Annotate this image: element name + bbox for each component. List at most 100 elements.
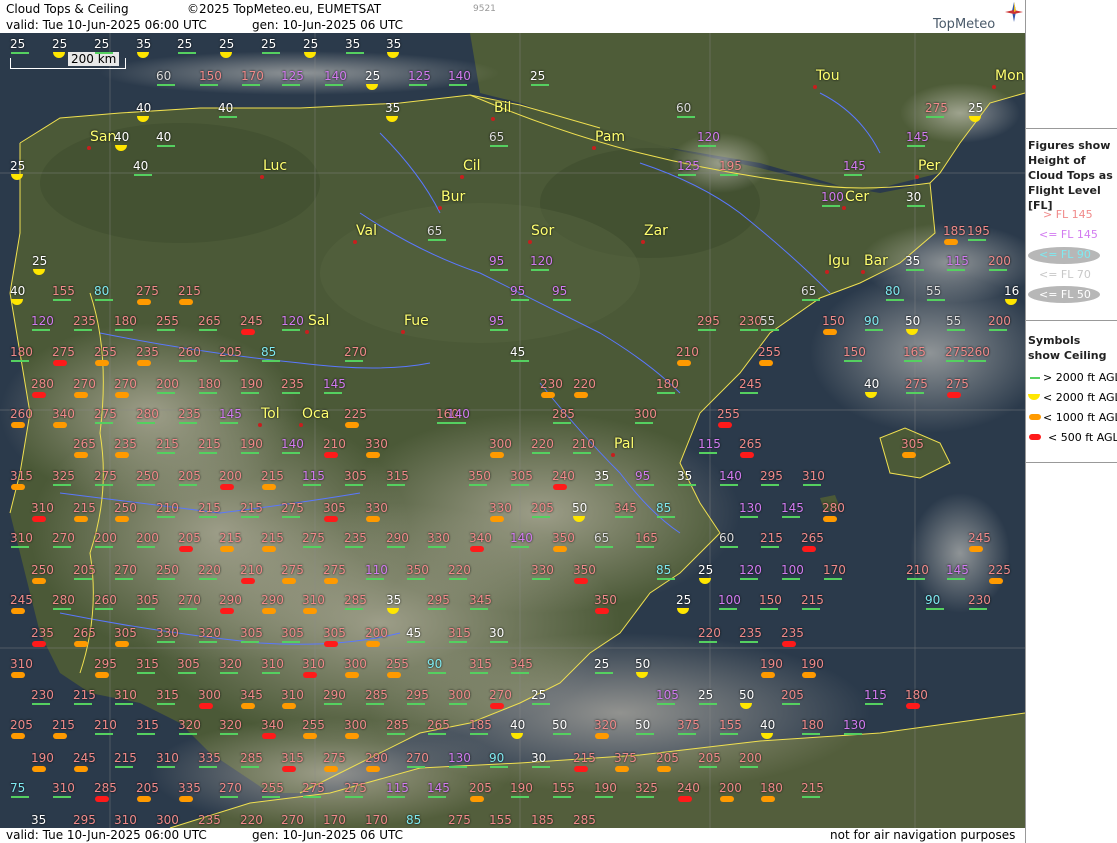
ceiling-red-pill-icon	[32, 516, 46, 522]
ceiling-line-icon	[720, 733, 738, 735]
ceiling-line-icon	[531, 269, 549, 271]
ceiling-line-icon	[95, 546, 113, 548]
ceiling-orange-pill-icon	[241, 703, 255, 709]
ceiling-line-icon	[137, 608, 155, 610]
ceiling-red-pill-icon	[32, 392, 46, 398]
cloud-top-value: 305	[323, 626, 346, 640]
cloud-top-value: 215	[156, 437, 179, 451]
ceiling-line-icon	[906, 269, 924, 271]
ceiling-line-icon	[179, 360, 197, 362]
cloud-top-value: 300	[156, 813, 179, 827]
cloud-top-value: 45	[510, 345, 526, 359]
cloud-top-value: 210	[156, 501, 179, 515]
cloud-top-value: 330	[365, 501, 388, 515]
city-marker	[813, 85, 817, 89]
ceiling-orange-pill-icon	[137, 299, 151, 305]
cloud-top-value: 180	[760, 781, 783, 795]
ceiling-orange-pill-icon	[470, 796, 484, 802]
ceiling-red-pill-icon	[782, 641, 796, 647]
cloud-top-value: 150	[759, 593, 782, 607]
ceiling-line-icon	[677, 116, 695, 118]
cloud-top-value: 295	[406, 688, 429, 702]
cloud-top-value: 185	[943, 224, 966, 238]
city-marker	[260, 175, 264, 179]
cloud-top-value: 65	[801, 284, 817, 298]
cloud-top-value: 30	[906, 190, 922, 204]
ceiling-line-icon	[95, 422, 113, 424]
city-label: Val	[356, 223, 377, 239]
cloud-top-value: 285	[344, 593, 367, 607]
cloud-top-value: 305	[136, 593, 159, 607]
cloud-top-value: 320	[219, 657, 242, 671]
cloud-top-value: 300	[634, 407, 657, 421]
ceiling-line-icon	[865, 703, 883, 705]
cloud-top-value: 170	[323, 813, 346, 827]
cloud-top-value: 275	[905, 377, 928, 391]
cloud-top-value: 290	[365, 751, 388, 765]
cloud-top-value: 85	[656, 563, 672, 577]
cloud-top-value: 180	[198, 377, 221, 391]
city-marker	[641, 240, 645, 244]
ceiling-line-icon	[157, 516, 175, 518]
figures-legend-title: Figures show Height of Cloud Tops as Fli…	[1028, 139, 1113, 212]
cloud-top-value: 235	[739, 626, 762, 640]
run-id: 9521	[473, 4, 496, 14]
cloud-top-value: 30	[531, 751, 547, 765]
cloud-top-value: 120	[31, 314, 54, 328]
cloud-top-value: 375	[614, 751, 637, 765]
city-label: Cil	[463, 158, 481, 174]
cloud-top-value: 295	[697, 314, 720, 328]
cloud-top-value: 305	[281, 626, 304, 640]
cloud-top-value: 275	[302, 781, 325, 795]
ceiling-line-icon	[262, 672, 280, 674]
map-canvas	[0, 33, 1025, 828]
satellite-map[interactable]: 200 km 25 25 25 35 25 25 25 25 35 35 60 150 170 125 14…	[0, 33, 1025, 828]
ceiling-line-icon	[282, 452, 300, 454]
ceiling-line-icon	[761, 329, 779, 331]
cloud-top-value: 205	[136, 781, 159, 795]
cloud-top-value: 25	[531, 688, 547, 702]
cloud-top-value: 50	[572, 501, 588, 515]
ceiling-orange-pill-icon	[303, 608, 317, 614]
cloud-top-value: 35	[677, 469, 693, 483]
cloud-top-value: 340	[469, 531, 492, 545]
cloud-top-value: 305	[240, 626, 263, 640]
ceiling-line-icon	[115, 329, 133, 331]
ceiling-line-icon	[137, 733, 155, 735]
cloud-top-value: 235	[114, 437, 137, 451]
cloud-top-value: 235	[198, 813, 221, 827]
footer-generated-time: gen: 10-Jun-2025 06 UTC	[252, 828, 404, 842]
ceiling-line-icon	[595, 546, 613, 548]
cloud-top-value: 215	[114, 751, 137, 765]
ceiling-line-icon	[470, 608, 488, 610]
cloud-top-value: 215	[178, 284, 201, 298]
ceiling-line-icon	[345, 546, 363, 548]
cloud-top-value: 245	[240, 314, 263, 328]
ceiling-orange-pill-icon	[115, 392, 129, 398]
cloud-top-value: 25	[10, 159, 26, 173]
cloud-top-value: 285	[573, 813, 596, 827]
cloud-top-value: 90	[427, 657, 443, 671]
cloud-top-value: 305	[344, 469, 367, 483]
ceiling-red-pill-icon	[282, 766, 296, 772]
ceiling-line-icon	[511, 360, 529, 362]
ceiling-orange-pill-icon	[595, 733, 609, 739]
ceiling-line-icon	[345, 608, 363, 610]
legend-divider-3	[1025, 462, 1117, 463]
ceiling-orange-pill-icon	[32, 578, 46, 584]
ceiling-red-pill-icon	[574, 766, 588, 772]
cloud-top-value: 145	[946, 563, 969, 577]
ceiling-line-icon	[220, 733, 238, 735]
legend-fl-le145: <= FL 145	[1039, 228, 1098, 241]
cloud-top-value: 300	[344, 657, 367, 671]
ceiling-line-icon	[241, 641, 259, 643]
ceiling-red-pill-icon	[179, 546, 193, 552]
city-marker	[305, 330, 309, 334]
cloud-top-value: 310	[10, 657, 33, 671]
cloud-top-value: 310	[302, 657, 325, 671]
cloud-top-value: 200	[219, 469, 242, 483]
ceiling-line-icon	[532, 766, 550, 768]
ceiling-line-icon	[387, 796, 405, 798]
ceiling-orange-pill-icon	[179, 796, 193, 802]
ceiling-red-pill-icon	[324, 452, 338, 458]
